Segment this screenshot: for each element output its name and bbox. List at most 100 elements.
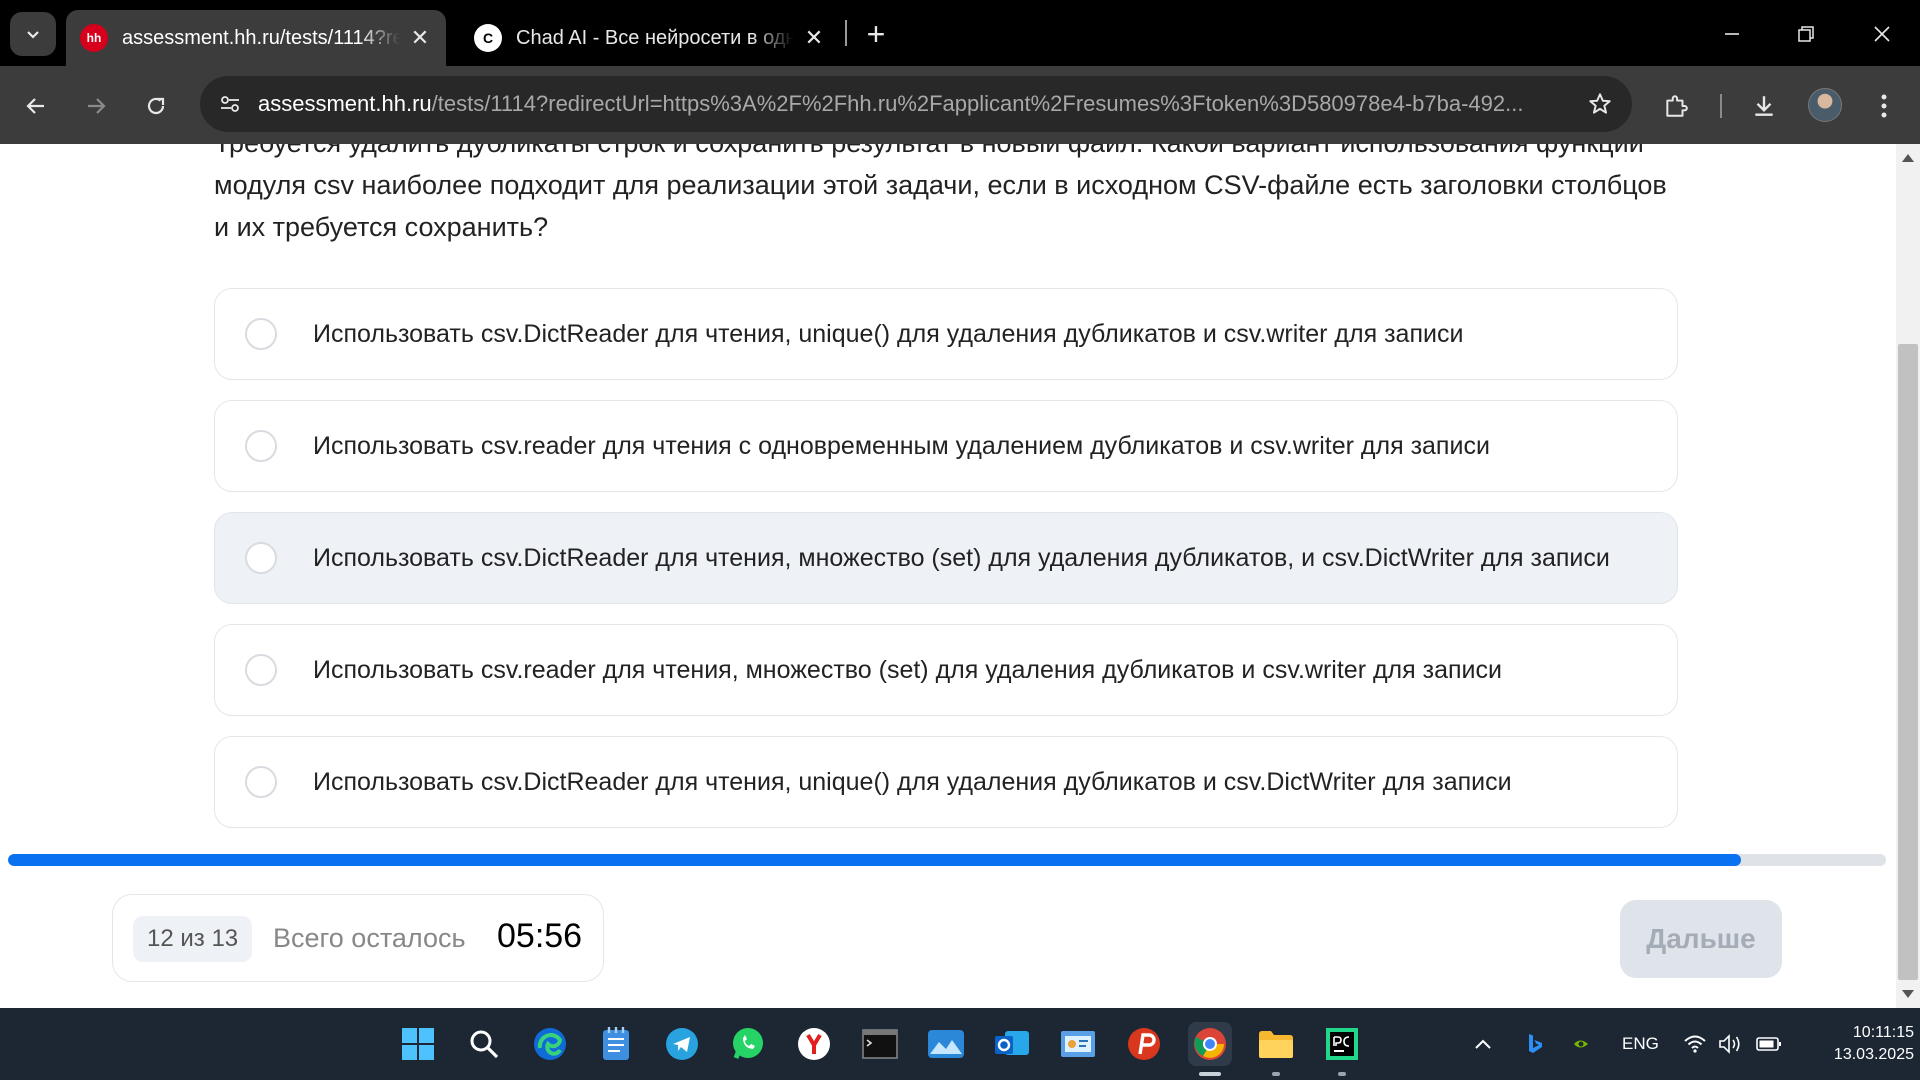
time-remaining-value: 05:56 <box>497 917 583 955</box>
url-host: assessment.hh.ru <box>258 91 432 116</box>
answer-option-label: Использовать csv.reader для чтения с одн… <box>313 431 1490 460</box>
clock-time: 10:11:15 <box>1852 1024 1914 1041</box>
running-indicator <box>1338 1072 1346 1076</box>
hh-favicon-icon: hh <box>80 24 108 52</box>
start-button[interactable] <box>396 1022 440 1066</box>
nvidia-icon <box>1570 1036 1592 1052</box>
radio-button[interactable] <box>245 318 277 350</box>
tab-title: assessment.hh.ru/tests/1114?redirectUrl <box>122 26 400 49</box>
answer-option[interactable]: Использовать csv.reader для чтения, множ… <box>214 624 1678 716</box>
folder-icon <box>1259 1031 1293 1058</box>
next-button[interactable]: Дальше <box>1620 900 1782 978</box>
browser-toolbar: assessment.hh.ru/tests/1114?redirectUrl=… <box>0 66 1920 144</box>
tab-separator <box>845 20 847 46</box>
language-indicator[interactable]: ENG <box>1622 1034 1659 1054</box>
tab-title: Chad AI - Все нейросети в одном месте <box>516 26 794 49</box>
close-window-button[interactable] <box>1862 14 1902 54</box>
taskbar-clock[interactable]: 10:11:15 13.03.2025 <box>1804 1022 1914 1066</box>
control-panel-icon <box>1061 1031 1095 1057</box>
running-indicator <box>1272 1072 1280 1076</box>
download-icon <box>1755 96 1773 116</box>
radio-button[interactable] <box>245 430 277 462</box>
page-scrollbar[interactable] <box>1896 144 1920 1008</box>
url-text[interactable]: assessment.hh.ru/tests/1114?redirectUrl=… <box>258 91 1558 117</box>
scroll-down-icon[interactable] <box>1902 990 1914 998</box>
tab-chad-ai[interactable]: C Chad AI - Все нейросети в одном месте … <box>460 10 840 66</box>
puzzle-icon <box>1666 95 1688 117</box>
psiphon-icon <box>1128 1028 1160 1060</box>
test-progress-fill <box>8 854 1742 866</box>
more-vertical-icon <box>1881 94 1887 118</box>
outlook-app[interactable] <box>990 1022 1034 1066</box>
time-remaining-label: Всего осталось <box>273 923 466 953</box>
url-path: /tests/1114?redirectUrl=https%3A%2F%2Fhh… <box>431 91 1524 116</box>
answer-option-label: Использовать csv.DictReader для чтения, … <box>313 543 1610 572</box>
extensions-button[interactable] <box>1656 86 1696 126</box>
question-counter: 12 из 13 <box>133 916 253 962</box>
show-hidden-icons-button[interactable] <box>1466 1022 1500 1066</box>
tab-close-icon[interactable]: ✕ <box>802 25 826 50</box>
volume-status[interactable] <box>1714 1022 1748 1066</box>
radio-button[interactable] <box>245 654 277 686</box>
file-explorer-app[interactable] <box>1254 1022 1298 1076</box>
nvidia-tray-app[interactable] <box>1564 1022 1598 1066</box>
answer-option[interactable]: Использовать csv.DictReader для чтения, … <box>214 288 1678 380</box>
forward-button[interactable] <box>76 86 116 126</box>
test-page: Требуется удалить дубликаты строк и сохр… <box>0 144 1896 1008</box>
radio-button[interactable] <box>245 542 277 574</box>
scroll-up-icon[interactable] <box>1902 154 1914 162</box>
chrome-app[interactable] <box>1188 1022 1232 1076</box>
edge-icon <box>534 1028 566 1060</box>
photos-icon <box>928 1030 964 1058</box>
profile-avatar[interactable] <box>1808 88 1842 122</box>
photos-app[interactable] <box>924 1022 968 1066</box>
taskbar-search-button[interactable] <box>462 1022 506 1066</box>
control-panel-app[interactable] <box>1056 1022 1100 1066</box>
answer-option[interactable]: Использовать csv.DictReader для чтения, … <box>214 736 1678 828</box>
answer-option[interactable]: Использовать csv.DictReader для чтения, … <box>214 512 1678 604</box>
browser-tab-strip: hh assessment.hh.ru/tests/1114?redirectU… <box>0 0 1920 66</box>
browser-menu-button[interactable] <box>1864 86 1904 126</box>
new-tab-button[interactable]: + <box>858 16 894 52</box>
chevron-down-icon <box>27 31 39 39</box>
address-bar[interactable]: assessment.hh.ru/tests/1114?redirectUrl=… <box>200 76 1632 132</box>
windows-logo-icon <box>402 1028 434 1060</box>
chrome-icon <box>1194 1028 1226 1060</box>
reload-button[interactable] <box>136 86 176 126</box>
bookmark-star-icon[interactable] <box>1586 90 1614 118</box>
psiphon-app[interactable] <box>1122 1022 1166 1066</box>
yandex-browser-app[interactable] <box>792 1022 836 1066</box>
edge-app[interactable] <box>528 1022 572 1066</box>
test-progress-bar <box>8 854 1886 866</box>
answer-option-label: Использовать csv.DictReader для чтения, … <box>313 767 1512 796</box>
restore-button[interactable] <box>1786 14 1826 54</box>
telegram-app[interactable] <box>660 1022 704 1066</box>
telegram-icon <box>666 1028 698 1060</box>
answer-option[interactable]: Использовать csv.reader для чтения с одн… <box>214 400 1678 492</box>
running-indicator <box>1199 1072 1221 1076</box>
wifi-status[interactable] <box>1678 1022 1712 1066</box>
chevron-up-icon <box>1475 1039 1491 1049</box>
bing-icon <box>1529 1034 1542 1053</box>
tab-search-button[interactable] <box>10 12 56 56</box>
whatsapp-icon <box>733 1028 763 1059</box>
answer-options: Использовать csv.DictReader для чтения, … <box>214 288 1678 848</box>
whatsapp-app[interactable] <box>726 1022 770 1066</box>
answer-option-label: Использовать csv.DictReader для чтения, … <box>313 319 1464 348</box>
minimize-icon <box>1725 33 1739 35</box>
tab-assessment[interactable]: hh assessment.hh.ru/tests/1114?redirectU… <box>66 10 446 66</box>
pycharm-app[interactable] <box>1320 1022 1364 1076</box>
radio-button[interactable] <box>245 766 277 798</box>
notepad-app[interactable] <box>594 1022 638 1066</box>
terminal-app[interactable] <box>858 1022 902 1066</box>
site-info-button[interactable] <box>214 88 246 120</box>
scrollbar-thumb[interactable] <box>1898 344 1918 980</box>
bing-tray-app[interactable] <box>1518 1022 1552 1066</box>
minimize-button[interactable] <box>1712 14 1752 54</box>
battery-status[interactable] <box>1752 1022 1786 1066</box>
downloads-button[interactable] <box>1744 86 1784 126</box>
question-text: Требуется удалить дубликаты строк и сохр… <box>214 144 1667 242</box>
arrow-left-icon <box>26 98 44 114</box>
back-button[interactable] <box>16 86 56 126</box>
tab-close-icon[interactable]: ✕ <box>408 25 432 50</box>
